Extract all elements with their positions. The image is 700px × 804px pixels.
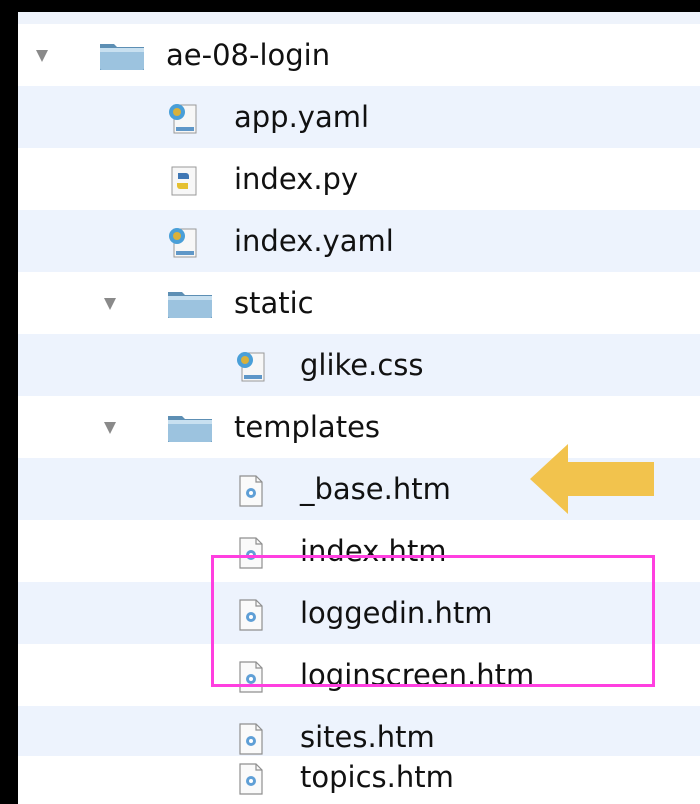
tree-row-glike-css[interactable]: glike.css [18, 334, 700, 396]
tree-row-index-yaml[interactable]: index.yaml [18, 210, 700, 272]
html-file-icon [239, 723, 263, 755]
html-file-icon [239, 475, 263, 507]
tree-top-strip [18, 12, 700, 24]
tree-row-index-py[interactable]: index.py [18, 148, 700, 210]
html-file-icon [239, 763, 263, 795]
tree-row-index-htm[interactable]: index.htm [18, 520, 700, 582]
disclosure-triangle-icon[interactable] [36, 50, 48, 62]
folder-icon [168, 292, 212, 318]
html-file-icon [239, 661, 263, 693]
css-file-icon [237, 352, 265, 382]
python-file-icon [171, 166, 197, 196]
tree-item-label: static [234, 286, 314, 320]
tree-row-ae-08-login[interactable]: ae-08-login [18, 24, 700, 86]
tree-row-app-yaml[interactable]: app.yaml [18, 86, 700, 148]
html-file-icon [239, 537, 263, 569]
tree-item-label: sites.htm [300, 720, 435, 754]
left-arrow-icon [530, 444, 654, 514]
tree-item-label: ae-08-login [166, 38, 331, 72]
file-tree-panel: ae-08-login app.yaml index.py index.yaml [18, 12, 700, 792]
tree-row-topics-content[interactable]: topics.htm [18, 756, 700, 804]
yaml-file-icon [169, 104, 197, 134]
tree-item-label: loginscreen.htm [300, 658, 535, 692]
tree-row-loginscreen-htm[interactable]: loginscreen.htm [18, 644, 700, 706]
tree-row-static[interactable]: static [18, 272, 700, 334]
folder-icon [168, 416, 212, 442]
tree-item-label: index.py [234, 162, 359, 196]
html-file-icon [239, 599, 263, 631]
yaml-file-icon [169, 228, 197, 258]
folder-icon [100, 44, 144, 70]
tree-item-label: app.yaml [234, 100, 370, 134]
tree-row-loggedin-htm[interactable]: loggedin.htm [18, 582, 700, 644]
tree-item-label: _base.htm [300, 472, 451, 506]
tree-item-label: templates [234, 410, 381, 444]
tree-item-label: loggedin.htm [300, 596, 493, 630]
disclosure-triangle-icon[interactable] [104, 422, 116, 434]
tree-item-label: index.yaml [234, 224, 394, 258]
tree-item-label: glike.css [300, 348, 424, 382]
tree-item-label: topics.htm [300, 760, 454, 794]
disclosure-triangle-icon[interactable] [104, 298, 116, 310]
tree-item-label: index.htm [300, 534, 447, 568]
